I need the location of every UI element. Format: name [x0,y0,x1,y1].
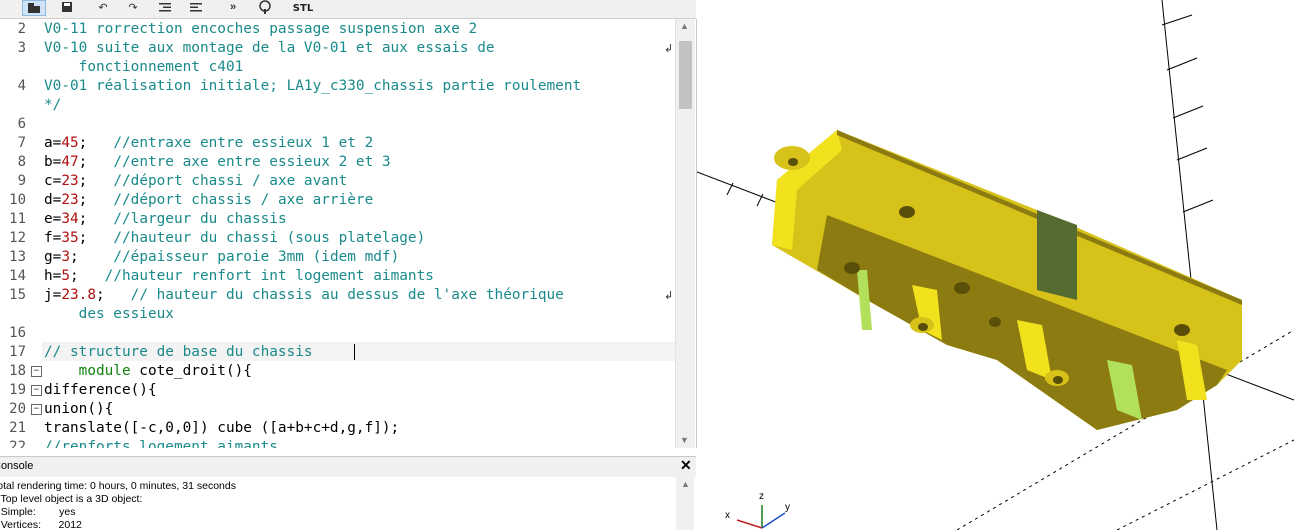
viewport-canvas [697,0,1294,530]
console-line: Top level object is a 3D object: [0,493,143,505]
code-line: difference(){ [44,382,157,398]
editor-scrollbar[interactable]: ▲ ▼ [675,19,695,448]
line-number: 18 [9,363,26,379]
code-line: c=23; //déport chassi / axe avant [44,173,348,189]
code-line: d=23; //déport chassis / axe arrière [44,192,374,208]
code-line: V0-10 suite aux montage de la V0-01 et a… [44,40,495,56]
line-number: 16 [9,325,26,341]
code-line: V0-11 rorrection encoches passage suspen… [44,21,478,37]
code-line: a=45; //entraxe entre essieux 1 et 2 [44,135,374,151]
code-line: module cote_droit(){ [78,363,252,379]
fold-toggle[interactable]: − [31,385,42,396]
close-icon[interactable]: ✕ [680,457,692,474]
code-line: translate([-c,0,0]) cube ([a+b+c+d,g,f])… [44,420,400,436]
code-line: des essieux [44,306,174,322]
line-number: 20 [9,401,26,417]
line-number: 9 [17,173,26,189]
code-line: h=5; //hauteur renfort int logement aima… [44,268,434,284]
code-line: e=34; //largeur du chassis [44,211,287,227]
text-caret [354,344,355,360]
toolbar: ↶ ↷ » STL [0,0,696,19]
fold-toggle[interactable]: − [31,366,42,377]
line-number: 3 [17,40,26,56]
code-line: g=3; //épaisseur paroie 3mm (idem mdf) [44,249,400,265]
line-number: 21 [9,420,26,436]
unindent-icon[interactable] [155,0,175,14]
fold-toggle[interactable]: − [31,404,42,415]
code-line: fonctionnement c401 [44,59,244,75]
wrap-indicator-icon: ↲ [664,43,674,55]
line-number: 14 [9,268,26,284]
scroll-up-icon[interactable]: ▲ [680,21,689,31]
3d-viewport[interactable]: z x y [697,0,1294,530]
code-line: //renforts logement aimants [44,439,278,448]
line-number: 12 [9,230,26,246]
console-line: Vertices: 2012 [0,519,82,530]
axis-label-y: y [785,502,790,513]
code-line: b=47; //entre axe entre essieux 2 et 3 [44,154,391,170]
undo-icon[interactable]: ↶ [94,0,112,14]
indent-icon[interactable] [186,0,206,14]
console-line: Simple: yes [0,506,76,518]
line-number: 19 [9,382,26,398]
code-line: union(){ [44,401,114,417]
line-number: 8 [17,154,26,170]
preview-icon[interactable]: » [222,0,244,14]
code-editor[interactable]: 2 3 4 6 7 8 9 10 11 12 13 14 15 16 17 18… [0,19,697,448]
line-number: 17 [9,344,26,360]
line-number: 7 [17,135,26,151]
console-line: Total rendering time: 0 hours, 0 minutes… [0,480,236,492]
console-header: Console ✕ [0,456,696,478]
scroll-up-icon[interactable]: ▲ [681,479,690,489]
scroll-down-icon[interactable]: ▼ [680,435,689,445]
axis-label-x: x [725,510,730,521]
chassis-model [772,130,1242,430]
code-line: V0-01 réalisation initiale; LA1y_c330_ch… [44,78,582,94]
line-number: 4 [17,78,26,94]
line-number: 15 [9,287,26,303]
code-line: f=35; //hauteur du chassi (sous platelag… [44,230,426,246]
line-number: 6 [17,116,26,132]
scrollbar-thumb[interactable] [679,41,692,109]
line-number: 13 [9,249,26,265]
console-output[interactable]: Total rendering time: 0 hours, 0 minutes… [0,477,696,530]
redo-icon[interactable]: ↷ [124,0,142,14]
editor-hide-icon[interactable] [22,0,46,16]
console-title: Console [0,460,34,472]
export-stl-icon[interactable]: STL [290,1,316,15]
code-line: // structure de base du chassis [44,344,313,360]
line-number: 10 [9,192,26,208]
line-number: 11 [9,211,26,227]
wrap-indicator-icon: ↲ [664,290,674,302]
line-number: 22 [9,439,26,448]
line-number: 2 [17,21,26,37]
code-line: */ [44,97,62,113]
axis-label-z: z [759,491,764,502]
save-icon[interactable] [58,0,76,14]
code-line: j=23.8; // hauteur du chassis au dessus … [44,287,564,303]
axis-gizmo [736,505,786,529]
render-icon[interactable] [254,0,276,14]
console-scrollbar[interactable]: ▲ [676,477,694,530]
